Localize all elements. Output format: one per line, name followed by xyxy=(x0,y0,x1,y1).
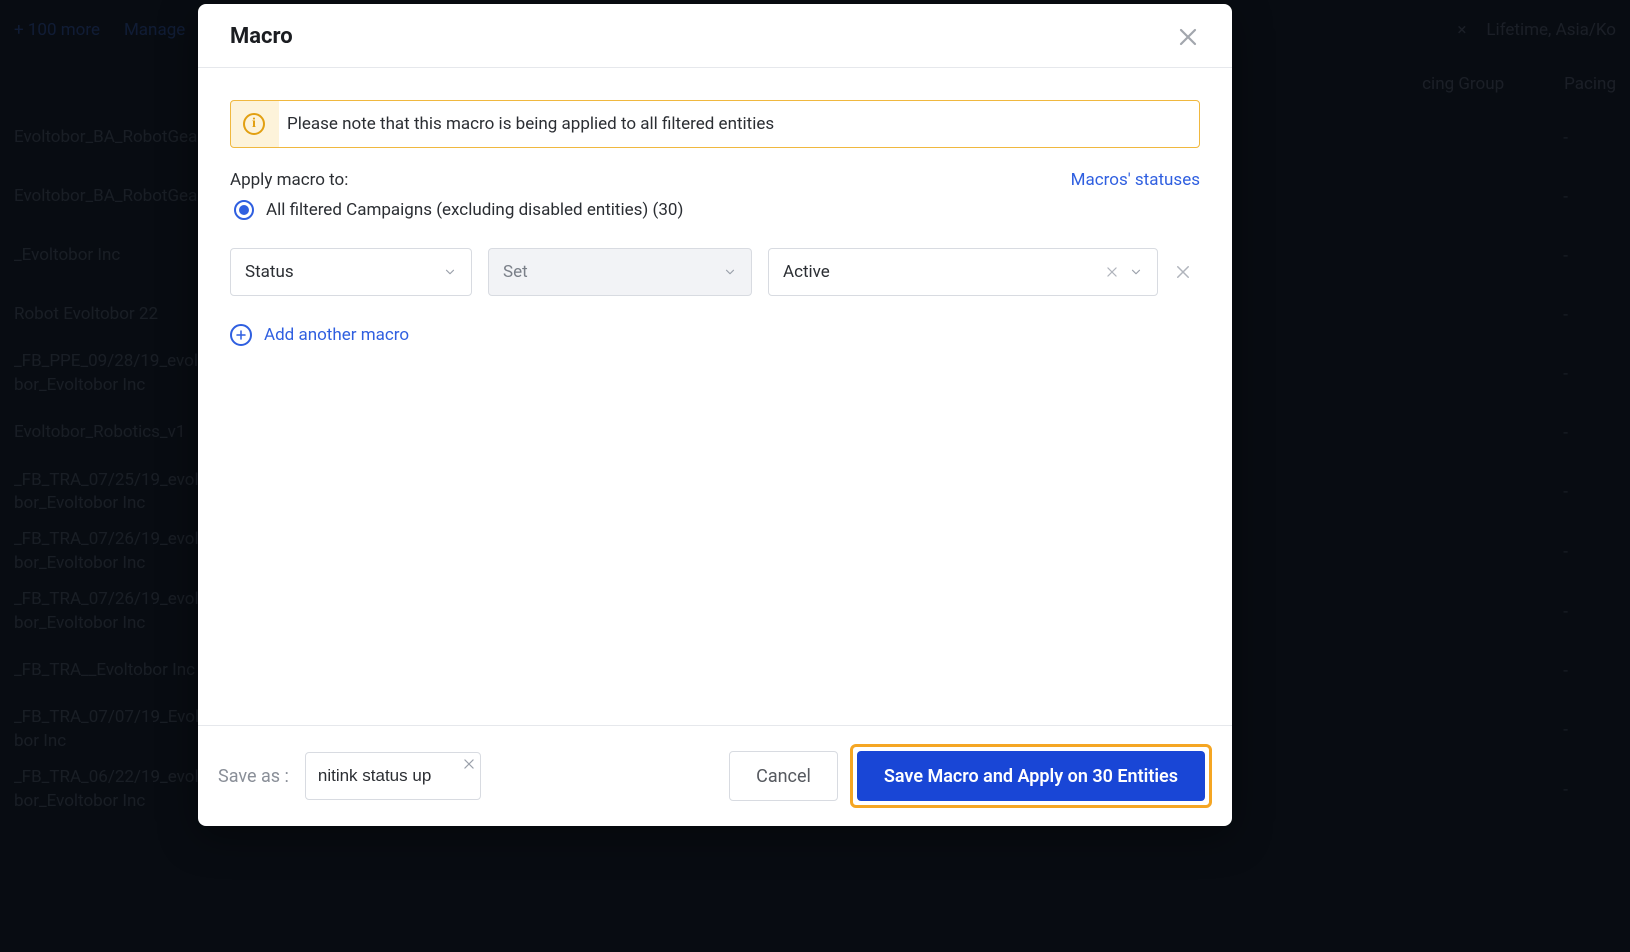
close-icon[interactable] xyxy=(1176,25,1200,49)
field-select-value: Status xyxy=(245,262,294,282)
info-banner: i Please note that this macro is being a… xyxy=(230,100,1200,148)
radio-selected-icon xyxy=(234,200,254,220)
macro-rule-row: Status Set Active xyxy=(230,248,1200,296)
clear-value-icon[interactable] xyxy=(1105,265,1119,279)
info-icon: i xyxy=(243,113,265,135)
apply-macro-label: Apply macro to: xyxy=(230,170,348,190)
modal-title: Macro xyxy=(230,24,293,49)
macros-statuses-link[interactable]: Macros' statuses xyxy=(1071,170,1200,190)
remove-row-icon[interactable] xyxy=(1174,263,1192,281)
saveas-label: Save as : xyxy=(218,766,289,787)
operation-select[interactable]: Set xyxy=(488,248,752,296)
submit-highlight: Save Macro and Apply on 30 Entities xyxy=(850,744,1212,808)
save-apply-button[interactable]: Save Macro and Apply on 30 Entities xyxy=(857,751,1205,801)
saveas-field[interactable] xyxy=(305,752,481,800)
apply-scope-radio[interactable]: All filtered Campaigns (excluding disabl… xyxy=(234,200,1200,220)
add-another-macro[interactable]: Add another macro xyxy=(230,324,1200,346)
plus-circle-icon xyxy=(230,324,252,346)
modal-footer: Save as : Cancel Save Macro and Apply on… xyxy=(198,725,1232,826)
cancel-button[interactable]: Cancel xyxy=(729,751,838,801)
chevron-down-icon xyxy=(443,265,457,279)
field-select[interactable]: Status xyxy=(230,248,472,296)
value-select[interactable]: Active xyxy=(768,248,1158,296)
value-select-value: Active xyxy=(783,262,830,282)
modal-body: i Please note that this macro is being a… xyxy=(198,68,1232,725)
modal-header: Macro xyxy=(198,4,1232,68)
apply-scope-label: All filtered Campaigns (excluding disabl… xyxy=(266,200,683,220)
info-banner-text: Please note that this macro is being app… xyxy=(287,114,774,134)
clear-saveas-icon[interactable] xyxy=(462,757,476,771)
chevron-down-icon xyxy=(1129,265,1143,279)
operation-select-value: Set xyxy=(503,262,528,282)
macro-modal: Macro i Please note that this macro is b… xyxy=(198,4,1232,826)
saveas-input[interactable] xyxy=(306,753,480,799)
chevron-down-icon xyxy=(723,265,737,279)
add-another-macro-label: Add another macro xyxy=(264,325,409,345)
